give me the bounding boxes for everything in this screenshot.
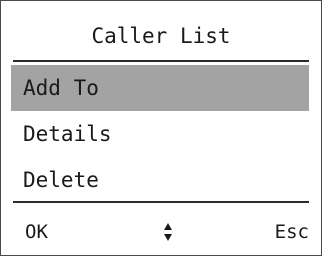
softkey-divider <box>13 201 309 203</box>
menu-item-add-to[interactable]: Add To <box>11 65 309 111</box>
menu-item-label: Delete <box>23 168 99 192</box>
menu-item-label: Add To <box>23 76 99 100</box>
menu-item-details[interactable]: Details <box>11 111 309 157</box>
ok-softkey[interactable]: OK <box>25 217 48 247</box>
menu-item-label: Details <box>23 122 112 146</box>
title-divider <box>13 60 309 62</box>
menu-list: Add To Details Delete <box>11 65 309 203</box>
screen-title: Caller List <box>91 24 231 48</box>
phone-screen: Caller List Add To Details Delete OK Esc <box>0 0 322 256</box>
esc-softkey[interactable]: Esc <box>275 217 309 247</box>
menu-item-delete[interactable]: Delete <box>11 157 309 203</box>
up-down-arrows-icon[interactable] <box>163 222 173 242</box>
softkey-bar: OK Esc <box>1 217 321 247</box>
